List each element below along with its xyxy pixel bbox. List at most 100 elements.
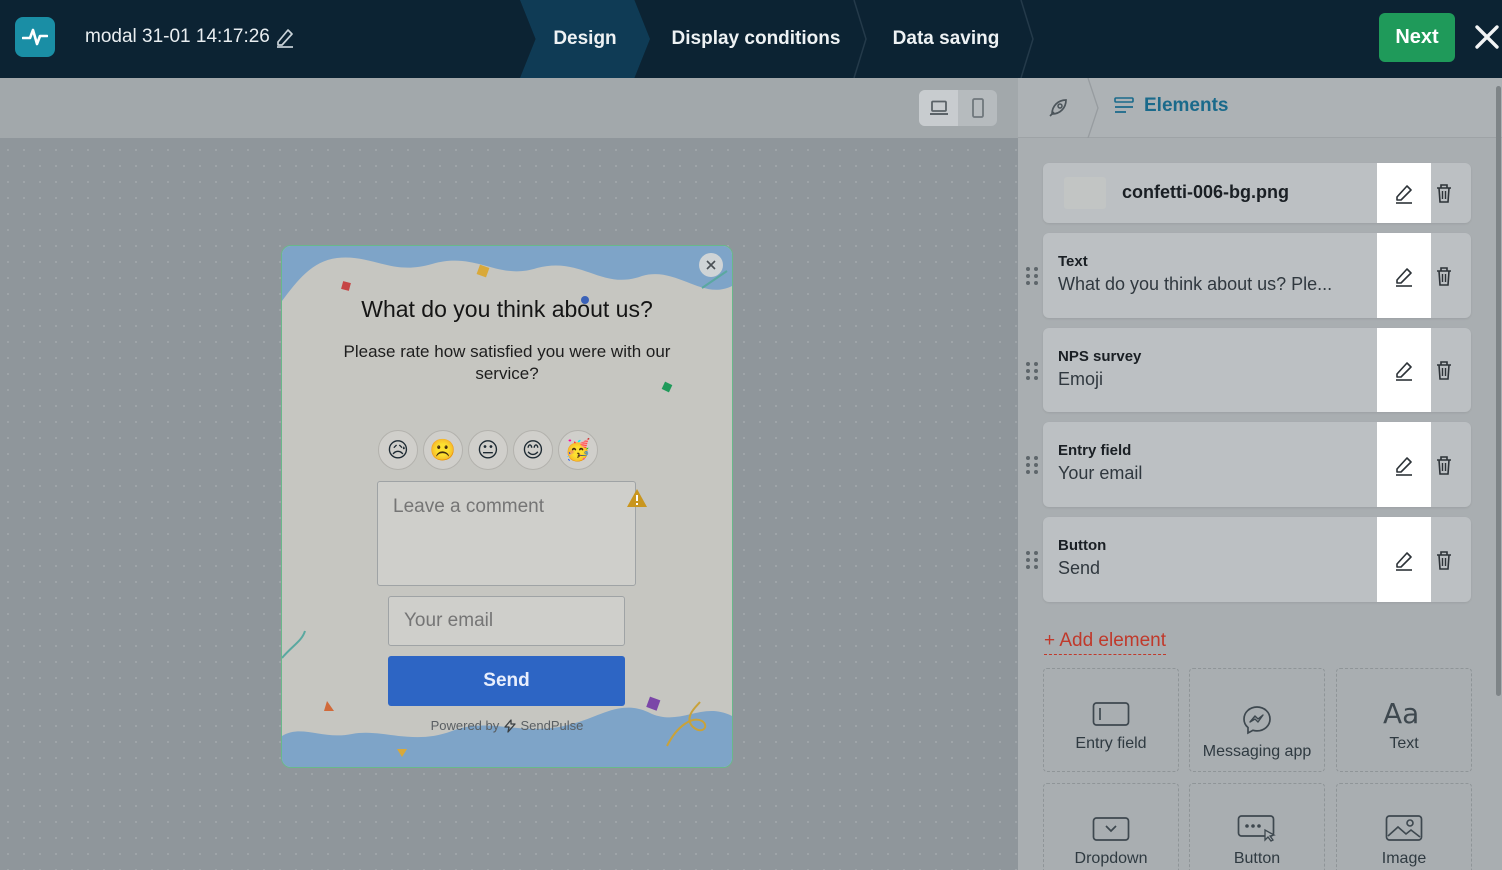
element-value: Send <box>1058 558 1101 578</box>
trash-icon[interactable] <box>1431 517 1457 602</box>
step-display-conditions[interactable]: Display conditions <box>656 0 856 78</box>
tile-text[interactable]: Aa Text <box>1336 668 1472 772</box>
trash-icon[interactable] <box>1431 233 1457 318</box>
element-type: Button <box>1058 537 1107 554</box>
popup-preview[interactable]: What do you think about us? Please rate … <box>281 245 733 768</box>
emoji-option[interactable]: 😐 <box>468 430 508 470</box>
step-design[interactable]: Design <box>520 0 650 78</box>
panel-header: Elements <box>1018 78 1502 138</box>
breadcrumb-separator <box>1087 78 1099 138</box>
desktop-icon[interactable] <box>919 90 958 126</box>
edit-button[interactable] <box>1377 163 1431 223</box>
pencil-icon <box>1396 267 1412 287</box>
tile-label: Entry field <box>1075 735 1147 752</box>
document-title: modal 31-01 14:17:26 <box>85 26 270 47</box>
dropdown-icon <box>1092 817 1130 841</box>
tile-button[interactable]: Button <box>1189 783 1325 870</box>
tile-label: Dropdown <box>1074 850 1148 867</box>
brand-name: SendPulse <box>520 718 584 734</box>
text-aa-icon: Aa <box>1383 697 1419 727</box>
element-type: Text <box>1058 253 1088 270</box>
popup-close-button[interactable] <box>699 253 723 277</box>
element-value: Your email <box>1058 463 1143 483</box>
edit-button[interactable] <box>1377 328 1431 412</box>
device-toggle <box>919 90 997 126</box>
canvas-toolbar <box>0 78 1018 138</box>
add-element-link[interactable]: + Add element <box>1044 630 1167 655</box>
messenger-icon <box>1243 706 1271 735</box>
step-data-saving[interactable]: Data saving <box>872 0 1020 78</box>
popup-title: What do you think about us? <box>361 296 653 322</box>
top-bar: modal 31-01 14:17:26 Design Display cond… <box>0 0 1502 78</box>
step-separator <box>1020 0 1034 78</box>
edit-button[interactable] <box>1377 233 1431 318</box>
pencil-icon <box>1396 456 1412 476</box>
comment-field[interactable] <box>377 481 636 586</box>
email-field[interactable] <box>388 596 625 646</box>
trash-icon[interactable] <box>1431 163 1457 223</box>
rocket-icon[interactable] <box>1046 96 1070 120</box>
tile-image[interactable]: Image <box>1336 783 1472 870</box>
tab-elements[interactable]: Elements <box>1114 95 1228 117</box>
emoji-option[interactable]: ☹️ <box>423 430 463 470</box>
tile-messaging-app[interactable]: Messaging app <box>1189 668 1325 772</box>
image-icon <box>1385 815 1423 841</box>
image-thumbnail <box>1064 177 1106 209</box>
next-button[interactable]: Next <box>1379 13 1455 62</box>
trash-icon[interactable] <box>1431 422 1457 507</box>
step-label: Data saving <box>892 28 1000 49</box>
pulse-logo-icon[interactable] <box>15 17 55 57</box>
edit-button[interactable] <box>1377 517 1431 602</box>
lightning-icon <box>504 718 516 733</box>
tab-label: Elements <box>1144 95 1229 116</box>
trash-icon[interactable] <box>1431 328 1457 412</box>
drag-handle-icon[interactable] <box>1025 550 1039 570</box>
right-panel: Elements confetti-006-bg.png Text What d… <box>1018 78 1502 870</box>
close-icon[interactable] <box>1472 22 1502 52</box>
drag-handle-icon[interactable] <box>1025 361 1039 381</box>
edit-button[interactable] <box>1377 422 1431 507</box>
element-type: Entry field <box>1058 442 1132 459</box>
powered-by[interactable]: Powered by SendPulse <box>282 717 732 733</box>
tile-label: Button <box>1233 850 1281 867</box>
list-icon <box>1114 97 1134 113</box>
element-type: NPS survey <box>1058 348 1142 365</box>
warning-icon <box>627 489 647 507</box>
emoji-option[interactable]: 😊 <box>513 430 553 470</box>
tile-label: Text <box>1389 735 1419 752</box>
emoji-option[interactable]: 🥳 <box>558 430 598 470</box>
element-card-image[interactable]: confetti-006-bg.png <box>1043 163 1471 223</box>
tile-label: Messaging app <box>1202 743 1312 760</box>
pencil-icon <box>1396 185 1412 204</box>
nps-emoji-rating: 😥 ☹️ 😐 😊 🥳 <box>378 430 598 470</box>
design-canvas: What do you think about us? Please rate … <box>0 78 1018 870</box>
svg-text:Aa: Aa <box>1383 697 1419 727</box>
pencil-icon <box>1396 362 1412 381</box>
step-label: Display conditions <box>671 28 841 49</box>
send-button[interactable]: Send <box>388 656 625 706</box>
element-value: What do you think about us? Ple... <box>1058 274 1333 294</box>
pencil-icon[interactable] <box>273 25 297 49</box>
mobile-icon[interactable] <box>958 90 997 126</box>
panel-scrollbar[interactable] <box>1496 86 1501 696</box>
element-value: Emoji <box>1058 369 1104 389</box>
drag-handle-icon[interactable] <box>1025 455 1039 475</box>
tile-dropdown[interactable]: Dropdown <box>1043 783 1179 870</box>
element-value: confetti-006-bg.png <box>1122 182 1289 202</box>
element-card-button[interactable]: Button Send <box>1043 517 1471 602</box>
entry-field-icon <box>1092 702 1130 726</box>
element-card-entry-field[interactable]: Entry field Your email <box>1043 422 1471 507</box>
popup-subtitle: Please rate how satisfied you were with … <box>343 342 671 383</box>
tile-entry-field[interactable]: Entry field <box>1043 668 1179 772</box>
pencil-icon <box>1396 551 1412 571</box>
step-label: Design <box>553 28 617 49</box>
powered-by-label: Powered by <box>430 718 500 734</box>
element-card-text[interactable]: Text What do you think about us? Ple... <box>1043 233 1471 318</box>
drag-handle-icon[interactable] <box>1025 266 1039 286</box>
step-navigation: Design Display conditions Data saving <box>520 0 1035 78</box>
element-card-nps[interactable]: NPS survey Emoji <box>1043 328 1471 412</box>
tile-label: Image <box>1381 850 1427 867</box>
button-click-icon <box>1237 815 1276 842</box>
emoji-option[interactable]: 😥 <box>378 430 418 470</box>
step-separator <box>853 0 867 78</box>
